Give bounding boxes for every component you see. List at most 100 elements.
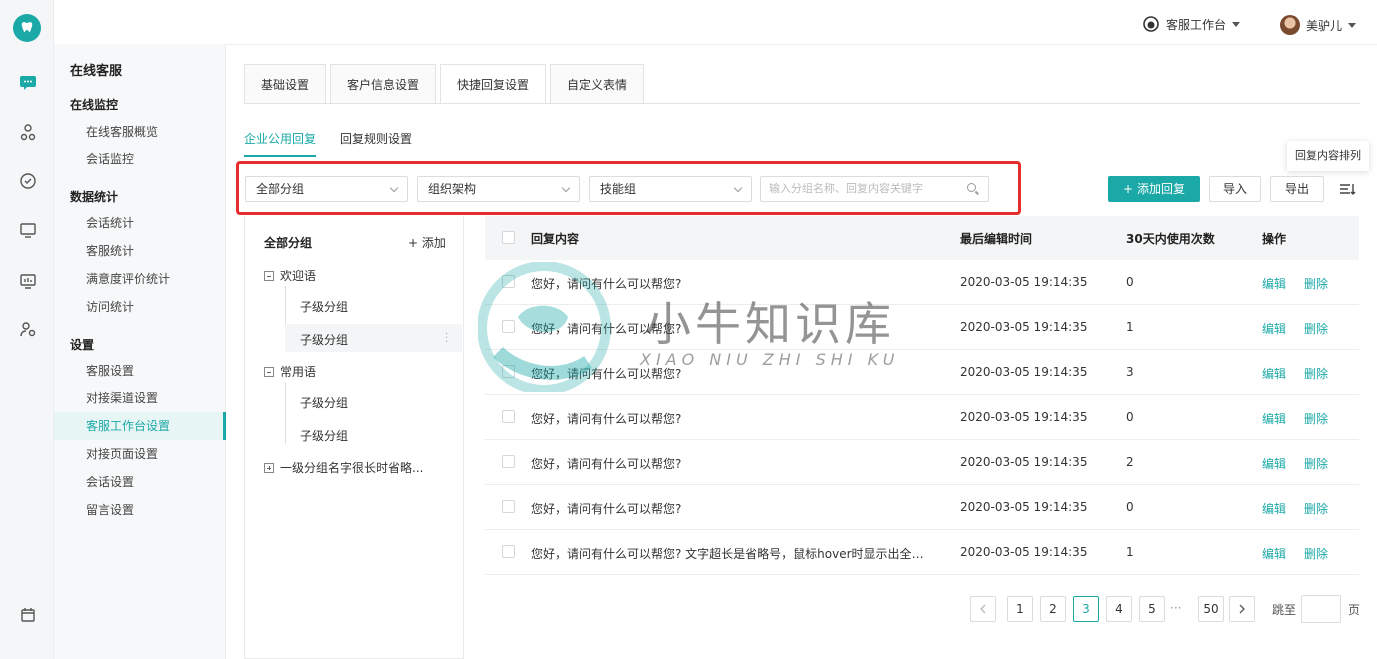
tree-node-common[interactable]: 常用语 (264, 363, 316, 380)
tree-heading[interactable]: 全部分组 (264, 234, 312, 251)
collapse-icon[interactable] (264, 366, 274, 377)
row-checkbox[interactable] (502, 500, 515, 513)
table-row: 您好，请问有什么可以帮您? 2020-03-05 19:14:35 1 编辑 删… (485, 305, 1359, 350)
collapse-icon[interactable] (264, 270, 274, 281)
usage-count: 1 (1126, 320, 1134, 334)
usage-count: 3 (1126, 365, 1134, 379)
tab-basic[interactable]: 基础设置 (244, 64, 327, 104)
row-checkbox[interactable] (502, 275, 515, 288)
nav-item-overview[interactable]: 在线客服概览 (54, 118, 226, 146)
delete-link[interactable]: 删除 (1304, 455, 1328, 472)
chevron-right-icon (1239, 604, 1245, 614)
delete-link[interactable]: 删除 (1304, 320, 1328, 337)
edit-time: 2020-03-05 19:14:35 (960, 500, 1088, 514)
nav-item-message-settings[interactable]: 留言设置 (54, 496, 226, 524)
delete-link[interactable]: 删除 (1304, 410, 1328, 427)
tree-add-button[interactable]: + 添加 (408, 234, 446, 251)
row-checkbox[interactable] (502, 320, 515, 333)
row-checkbox[interactable] (502, 410, 515, 423)
page-ellipsis[interactable]: ··· (1170, 601, 1181, 615)
edit-link[interactable]: 编辑 (1262, 275, 1286, 292)
page-button[interactable]: 2 (1040, 596, 1066, 622)
col-usage-count: 30天内使用次数 (1126, 232, 1215, 246)
tab-custom-emoji[interactable]: 自定义表情 (550, 64, 645, 104)
prev-page-button[interactable] (970, 596, 996, 622)
export-button[interactable]: 导出 (1270, 176, 1324, 202)
edit-link[interactable]: 编辑 (1262, 500, 1286, 517)
tree-node-welcome[interactable]: 欢迎语 (264, 267, 316, 284)
col-edit-time: 最后编辑时间 (960, 232, 1033, 246)
tree-child[interactable]: 子级分组 (300, 331, 348, 348)
delete-link[interactable]: 删除 (1304, 545, 1328, 562)
page-button[interactable]: 4 (1106, 596, 1132, 622)
nav-item-workbench-settings[interactable]: 客服工作台设置 (54, 412, 226, 440)
workbench-menu[interactable]: 客服工作台 (1142, 15, 1241, 33)
table-row: 您好，请问有什么可以帮您? 2020-03-05 19:14:35 3 编辑 删… (485, 350, 1359, 395)
chat-icon[interactable] (17, 72, 39, 94)
row-checkbox[interactable] (502, 365, 515, 378)
page-button[interactable]: 1 (1007, 596, 1033, 622)
delete-link[interactable]: 删除 (1304, 275, 1328, 292)
tree-node-long[interactable]: 一级分组名字很长时省略... (264, 459, 423, 476)
screen-stats-icon[interactable] (17, 270, 39, 292)
chevron-left-icon (980, 604, 986, 614)
user-tree-icon[interactable] (17, 121, 39, 143)
tab-reply-rules[interactable]: 回复规则设置 (340, 130, 412, 157)
reply-content: 您好，请问有什么可以帮您? (531, 457, 682, 471)
expand-icon[interactable] (264, 462, 274, 473)
table-row: 您好，请问有什么可以帮您? 2020-03-05 19:14:35 0 编辑 删… (485, 395, 1359, 440)
edit-link[interactable]: 编辑 (1262, 545, 1286, 562)
import-button[interactable]: 导入 (1209, 176, 1261, 202)
tab-company-reply[interactable]: 企业公用回复 (244, 130, 317, 157)
add-reply-button[interactable]: + 添加回复 (1108, 176, 1200, 202)
calendar-icon[interactable] (17, 604, 39, 626)
edit-link[interactable]: 编辑 (1262, 320, 1286, 337)
tree-child[interactable]: 子级分组 (300, 394, 348, 411)
more-vertical-icon[interactable]: · · · (445, 330, 448, 348)
sort-list-icon[interactable] (1338, 180, 1356, 198)
nav-item-agent-stats[interactable]: 客服统计 (54, 237, 226, 265)
user-settings-icon[interactable] (17, 318, 39, 340)
usage-count: 0 (1126, 500, 1134, 514)
tab-customer-info[interactable]: 客户信息设置 (330, 64, 437, 104)
nav-item-satisfaction-stats[interactable]: 满意度评价统计 (54, 265, 226, 293)
tree-child[interactable]: 子级分组 (300, 427, 348, 444)
page-button[interactable]: 5 (1139, 596, 1165, 622)
delete-link[interactable]: 删除 (1304, 500, 1328, 517)
row-checkbox[interactable] (502, 455, 515, 468)
nav-item-visit-stats[interactable]: 访问统计 (54, 293, 226, 321)
usage-count: 2 (1126, 455, 1134, 469)
nav-group-settings: 设置 (70, 338, 95, 352)
select-all-checkbox[interactable] (502, 231, 515, 244)
nav-item-session-stats[interactable]: 会话统计 (54, 209, 226, 237)
page-button-last[interactable]: 50 (1198, 596, 1224, 622)
edit-link[interactable]: 编辑 (1262, 410, 1286, 427)
edit-link[interactable]: 编辑 (1262, 365, 1286, 382)
screen-chat-icon[interactable] (17, 219, 39, 241)
nav-item-channel-settings[interactable]: 对接渠道设置 (54, 384, 226, 412)
edit-link[interactable]: 编辑 (1262, 455, 1286, 472)
user-menu[interactable]: 美驴儿 (1280, 15, 1357, 35)
row-checkbox[interactable] (502, 545, 515, 558)
delete-link[interactable]: 删除 (1304, 365, 1328, 382)
nav-item-agent-settings[interactable]: 客服设置 (54, 357, 226, 385)
edit-time: 2020-03-05 19:14:35 (960, 275, 1088, 289)
plus-icon: + (1123, 182, 1134, 196)
next-page-button[interactable] (1229, 596, 1255, 622)
tree-child[interactable]: 子级分组 (300, 298, 348, 315)
monitor-check-icon[interactable] (17, 170, 39, 192)
tab-quick-reply[interactable]: 快捷回复设置 (440, 64, 547, 104)
subnav-title: 在线客服 (70, 64, 123, 79)
page-button-current[interactable]: 3 (1073, 596, 1099, 622)
edit-time: 2020-03-05 19:14:35 (960, 545, 1088, 559)
tree-node-label: 欢迎语 (280, 269, 317, 283)
nav-item-session-settings[interactable]: 会话设置 (54, 468, 226, 496)
col-content: 回复内容 (531, 232, 580, 246)
jump-page-input[interactable] (1301, 595, 1341, 623)
nav-item-page-settings[interactable]: 对接页面设置 (54, 440, 226, 468)
usage-count: 1 (1126, 545, 1134, 559)
nav-item-session-monitor[interactable]: 会话监控 (54, 145, 226, 173)
jump-label: 跳至 (1272, 603, 1297, 617)
nav-group-stats: 数据统计 (70, 190, 119, 204)
app-logo-icon[interactable] (13, 14, 41, 42)
